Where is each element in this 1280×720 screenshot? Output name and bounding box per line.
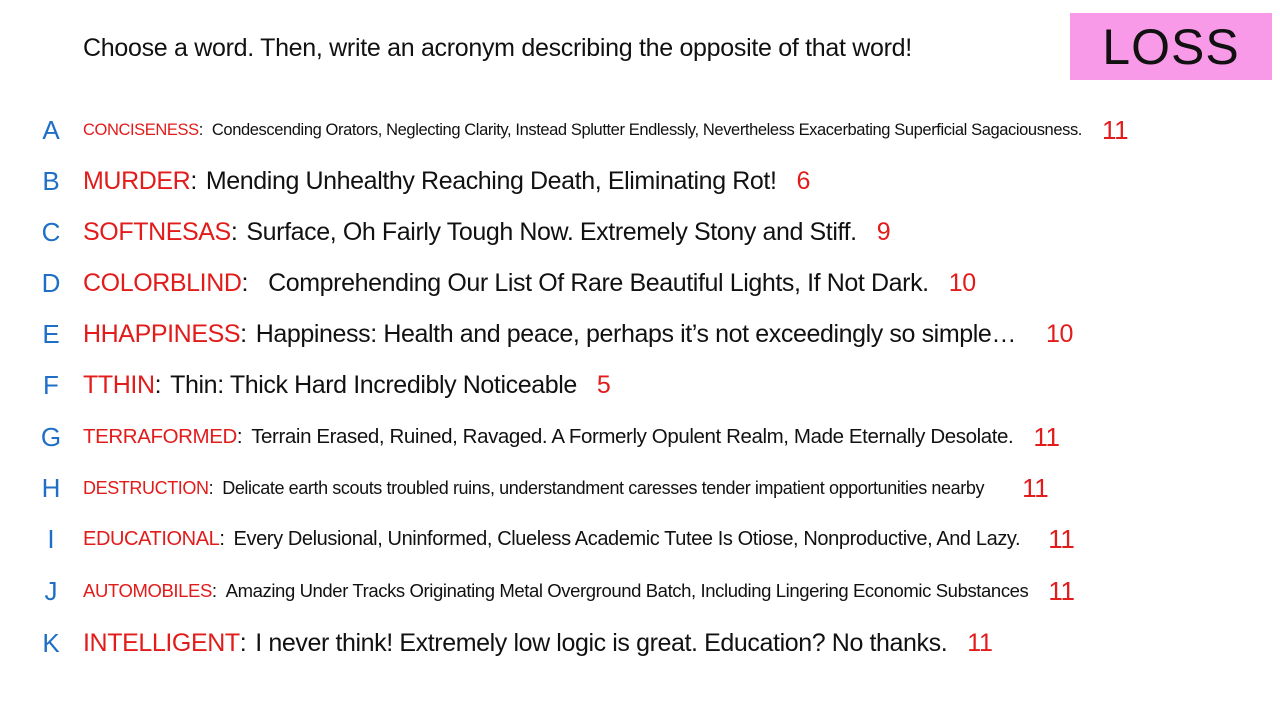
- entry-count: 11: [967, 628, 993, 657]
- entry-word: INTELLIGENT: [83, 628, 240, 657]
- entry-colon: :: [236, 425, 243, 448]
- entry-content: CONCISENESS: Condescending Orators, Negle…: [83, 114, 1129, 146]
- entry-letter: I: [47, 523, 55, 554]
- entry-word: CONCISENESS: [83, 120, 199, 139]
- entry-acronym: Delicate earth scouts troubled ruins, un…: [222, 477, 985, 498]
- entry-acronym: Comprehending Our List Of Rare Beautiful…: [268, 268, 929, 297]
- entry-acronym: I never think! Extremely low logic is gr…: [255, 628, 948, 657]
- entry-word: MURDER: [83, 166, 191, 195]
- entry-word: AUTOMOBILES: [83, 580, 212, 601]
- entry-colon: :: [211, 580, 217, 601]
- entry-word: EDUCATIONAL: [83, 527, 220, 550]
- entry-letter: G: [40, 421, 62, 452]
- entry-count: 5: [596, 370, 611, 399]
- entry-letter: F: [43, 369, 59, 400]
- entry-content: AUTOMOBILES: Amazing Under Tracks Origina…: [83, 576, 1075, 607]
- entry-count: 9: [876, 217, 891, 246]
- entry-acronym: Thin: Thick Hard Incredibly Noticeable: [170, 370, 577, 399]
- entry-word: DESTRUCTION: [83, 477, 209, 498]
- entry-colon: :: [208, 477, 214, 498]
- entry-count: 11: [1022, 472, 1049, 503]
- instructions-heading: Choose a word. Then, write an acronym de…: [83, 34, 912, 62]
- entry-colon: :: [154, 370, 162, 399]
- entry-acronym: Mending Unhealthy Reaching Death, Elimin…: [205, 166, 777, 195]
- entry-colon: :: [240, 319, 247, 348]
- entry-count: 11: [1048, 523, 1075, 554]
- entry-content: TTHIN: Thin: Thick Hard Incredibly Notice…: [83, 370, 611, 400]
- entry-letter: A: [42, 114, 60, 145]
- entry-acronym: Happiness: Health and peace, perhaps it’…: [255, 319, 1017, 348]
- entry-word: SOFTNESAS: [83, 217, 231, 246]
- entry-count: 11: [1102, 114, 1129, 145]
- entry-word: TTHIN: [83, 370, 155, 399]
- entry-colon: :: [230, 217, 238, 246]
- entry-acronym: Condescending Orators, Neglecting Clarit…: [211, 120, 1082, 139]
- entry-count: 11: [1048, 575, 1075, 606]
- entry-colon: :: [198, 120, 204, 139]
- entry-letter: K: [42, 627, 60, 658]
- entry-content: EDUCATIONAL: Every Delusional, Uninformed…: [83, 523, 1075, 555]
- entry-letter: B: [42, 165, 60, 196]
- entry-count: 10: [1046, 319, 1074, 348]
- entry-content: TERRAFORMED: Terrain Erased, Ruined, Rava…: [83, 422, 1060, 453]
- entry-colon: :: [239, 628, 247, 657]
- entry-count: 6: [796, 166, 811, 195]
- entry-letter: J: [44, 575, 58, 606]
- loss-badge: LOSS: [1070, 13, 1272, 80]
- entry-content: MURDER: Mending Unhealthy Reaching Death,…: [83, 167, 810, 196]
- entry-acronym: Amazing Under Tracks Originating Metal O…: [225, 580, 1029, 601]
- entry-letter: H: [41, 472, 61, 503]
- entry-colon: :: [219, 527, 225, 550]
- entry-content: COLORBLIND: Comprehending Our List Of Rar…: [83, 269, 976, 298]
- entry-acronym: Terrain Erased, Ruined, Ravaged. A Forme…: [251, 425, 1014, 448]
- entry-count: 10: [948, 268, 976, 297]
- entry-content: SOFTNESAS: Surface, Oh Fairly Tough Now. …: [83, 217, 891, 247]
- entry-acronym: Every Delusional, Uninformed, Clueless A…: [233, 527, 1021, 550]
- entry-content: DESTRUCTION: Delicate earth scouts troubl…: [83, 472, 1049, 504]
- entry-word: HHAPPINESS: [83, 319, 241, 348]
- entry-content: INTELLIGENT: I never think! Extremely low…: [83, 628, 993, 658]
- entry-colon: :: [190, 166, 197, 195]
- entry-colon: :: [241, 268, 249, 297]
- entry-letter: C: [41, 216, 61, 247]
- entry-word: TERRAFORMED: [83, 425, 237, 448]
- entry-acronym: Surface, Oh Fairly Tough Now. Extremely …: [246, 217, 857, 246]
- entry-content: HHAPPINESS: Happiness: Health and peace, …: [83, 320, 1073, 349]
- entry-letter: D: [41, 267, 61, 298]
- entry-letter: E: [42, 318, 60, 349]
- entry-count: 11: [1033, 421, 1060, 452]
- entry-word: COLORBLIND: [83, 268, 242, 297]
